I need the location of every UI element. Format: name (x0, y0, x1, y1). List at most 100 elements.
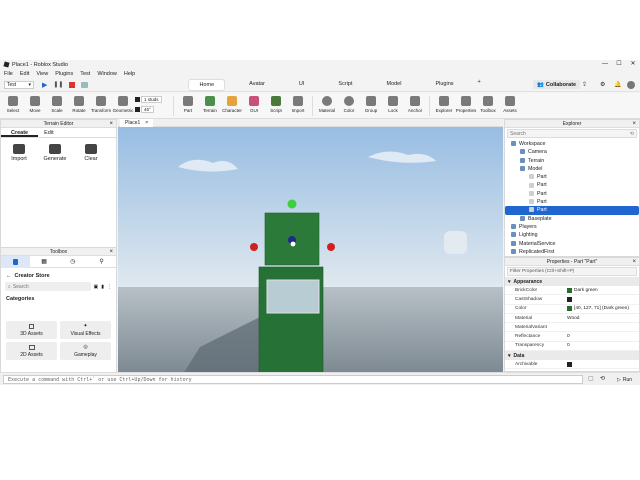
settings-icon[interactable]: ⚙ (600, 81, 605, 88)
group-tool[interactable]: Group (361, 96, 381, 113)
move-tool[interactable]: Move (25, 96, 45, 113)
menu-window[interactable]: Window (97, 71, 117, 77)
menu-file[interactable]: File (4, 71, 13, 77)
castshadow-checkbox[interactable] (567, 296, 572, 302)
tab-ui[interactable]: UI (289, 79, 315, 91)
marketplace-tab[interactable]: ▦ (30, 258, 59, 265)
more-icon[interactable]: ⋮ (107, 284, 112, 290)
play-icon[interactable]: ▶ (42, 81, 47, 89)
color-tool[interactable]: Color (339, 96, 359, 113)
data-section[interactable]: ▾ Data (505, 351, 639, 361)
script-tool[interactable]: Script (266, 96, 286, 113)
explorer-item-part[interactable]: Part (505, 198, 639, 206)
import-tool[interactable]: Import (288, 96, 308, 113)
explorer-item-part[interactable]: Part (505, 181, 639, 189)
menu-test[interactable]: Test (80, 71, 90, 77)
explorer-item-workspace[interactable]: Workspace (505, 140, 639, 148)
menu-edit[interactable]: Edit (20, 71, 29, 77)
command-input[interactable]: Execute a command with Ctrl+` or use Ctr… (3, 375, 583, 384)
material-tool[interactable]: Material (317, 96, 337, 113)
assets-toggle[interactable]: Assets (500, 96, 520, 113)
menu-help[interactable]: Help (124, 71, 135, 77)
color-swatch[interactable] (567, 306, 572, 312)
pause-icon[interactable]: ❚❚ (53, 81, 63, 88)
property-row-archivable[interactable]: Archivable (505, 360, 639, 370)
explorer-item-model[interactable]: Model (505, 165, 639, 173)
explorer-item-players[interactable]: Players (505, 223, 639, 231)
bookmark-icon[interactable]: ▮ (101, 284, 104, 290)
category-3d-assets[interactable]: 3D Assets (6, 321, 57, 339)
character-tool[interactable]: Character (222, 96, 242, 113)
property-row-reflectance[interactable]: Reflectance 0 (505, 332, 639, 342)
explorer-item-lighting[interactable]: Lighting (505, 231, 639, 239)
explorer-item-materialservice[interactable]: MaterialService (505, 240, 639, 248)
anchor-tool[interactable]: Anchor (405, 96, 425, 113)
explorer-item-replicatedfirst[interactable]: ReplicatedFirst (505, 248, 639, 256)
rotate-snap-checkbox[interactable] (135, 107, 140, 112)
lock-tool[interactable]: Lock (383, 96, 403, 113)
property-row-brickcolor[interactable]: BrickColor Dark green (505, 286, 639, 296)
notification-icon[interactable]: 🔔 (614, 81, 621, 88)
move-snap-checkbox[interactable] (135, 97, 140, 102)
explorer-item-baseplate[interactable]: Baseplate (505, 215, 639, 223)
tab-home[interactable]: Home (188, 78, 226, 91)
property-row-castshadow[interactable]: CastShadow (505, 295, 639, 305)
explorer-item-part[interactable]: Part (505, 190, 639, 198)
property-row-color[interactable]: Color [40, 127, 71] (Dark green) (505, 305, 639, 314)
gui-tool[interactable]: GUI (244, 96, 264, 113)
transform-tool[interactable]: Transform (91, 96, 111, 113)
rotate-tool[interactable]: Rotate (69, 96, 89, 113)
close-icon[interactable]: × (632, 121, 636, 127)
category-visual-effects[interactable]: ✦ Visual Effects (60, 321, 111, 339)
geometric-tool[interactable]: Geometric (113, 96, 133, 113)
camera-icon[interactable] (81, 81, 89, 88)
menu-view[interactable]: View (36, 71, 48, 77)
archivable-checkbox[interactable] (567, 361, 572, 367)
move-snap[interactable]: 1 studs (135, 96, 169, 103)
explorer-search-input[interactable]: Search ⟲ (507, 129, 637, 138)
menu-plugins[interactable]: Plugins (55, 71, 73, 77)
category-gameplay[interactable]: ◎ Gameplay (60, 342, 111, 360)
minimize-button[interactable]: — (598, 60, 612, 69)
tab-model[interactable]: Model (376, 79, 411, 91)
viewport-tab[interactable]: Place1 × (120, 119, 154, 127)
close-icon[interactable]: × (109, 249, 113, 255)
toolbox-toggle[interactable]: Toolbox (478, 96, 498, 113)
property-row-materialvariant[interactable]: MaterialVariant (505, 323, 639, 333)
explorer-toggle[interactable]: Explorer (434, 96, 454, 113)
close-icon[interactable]: × (632, 259, 636, 265)
tab-create[interactable]: Create (1, 128, 39, 137)
history-button[interactable]: ⟲ (600, 375, 605, 382)
back-icon[interactable]: ← (6, 273, 12, 279)
generate-terrain-button[interactable]: Generate (42, 144, 68, 162)
category-2d-assets[interactable]: 2D Assets (6, 342, 57, 360)
import-terrain-button[interactable]: Import (6, 144, 32, 162)
explorer-item-part[interactable]: Part (505, 206, 639, 215)
terrain-tool[interactable]: Terrain (200, 96, 220, 113)
appearance-section[interactable]: ▾ Appearance (505, 277, 639, 286)
tab-script[interactable]: Script (328, 79, 362, 91)
close-icon[interactable]: × (109, 121, 113, 127)
3d-viewport[interactable] (118, 127, 503, 372)
stop-icon[interactable] (69, 81, 76, 88)
explorer-item-terrain[interactable]: Terrain (505, 157, 639, 165)
tab-avatar[interactable]: Avatar (239, 79, 275, 91)
tab-plugins[interactable]: Plugins (425, 79, 463, 91)
mode-select[interactable]: Test ▾ (4, 80, 34, 89)
toolbox-search-input[interactable]: ⌕ Search (5, 282, 91, 291)
share-icon[interactable]: ⇪ (582, 81, 587, 88)
avatar[interactable] (627, 81, 635, 89)
property-row-material[interactable]: Material Wood (505, 314, 639, 324)
properties-filter-input[interactable]: Filter Properties (Ctrl+Shift+P) (507, 267, 637, 276)
property-row-transparency[interactable]: Transparency 0 (505, 342, 639, 352)
close-icon[interactable]: × (145, 120, 148, 126)
rotate-snap[interactable]: 45° (135, 106, 169, 113)
part-tool[interactable]: Part (178, 96, 198, 113)
filter-icon[interactable]: ▣ (94, 284, 99, 290)
color-swatch[interactable] (567, 287, 572, 293)
inventory-tab[interactable] (1, 255, 30, 268)
select-tool[interactable]: Select (3, 96, 23, 113)
maximize-button[interactable]: ☐ (612, 60, 626, 69)
close-button[interactable]: ✕ (626, 60, 640, 69)
tab-edit[interactable]: Edit (38, 128, 59, 137)
